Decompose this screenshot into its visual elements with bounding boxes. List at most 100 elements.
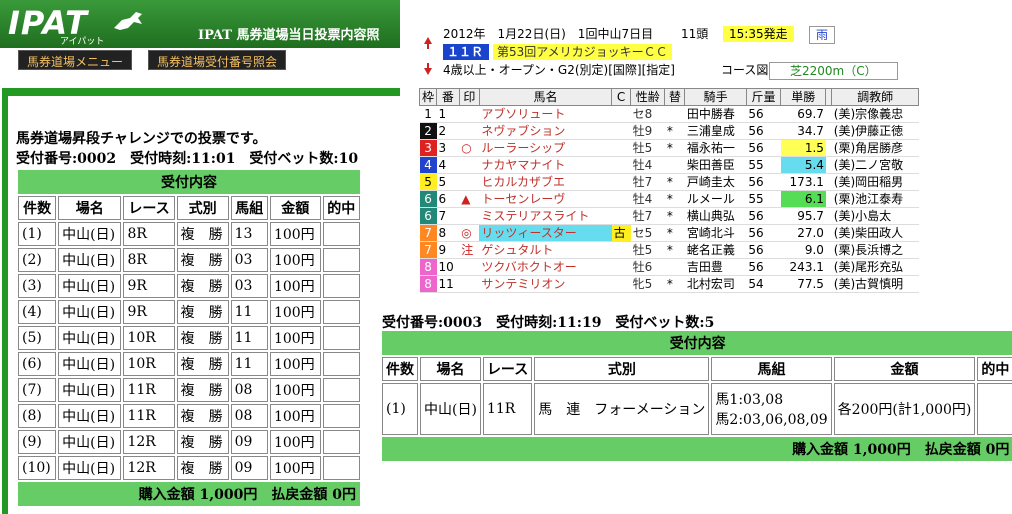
race-number: １１Ｒ [443,44,489,60]
horse-name[interactable]: トーセンレーヴ [479,190,612,208]
horse-row[interactable]: 8 10 ツクバホクトオー 牡6 吉田豊 56 243.1 (美)尾形充弘 [419,258,919,276]
horse-name[interactable]: ネヴァブション [479,122,612,140]
table-cell: (2) [18,248,57,272]
left-frame-bar [2,88,8,514]
jockey: 北村宏司 [684,275,747,293]
table-cell: 中山(日) [58,378,122,402]
horse-name[interactable]: サンテミリオン [479,275,612,293]
horse-row[interactable]: 7 9 注ゲシュタルト 牡5 * 蛯名正義 56 9.0 (栗)長浜博之 [419,241,919,259]
col-header: 式別 [176,196,229,220]
race-card-panel: 2012年 1月22日(日) 1回中山7日目 11頭 15:35発走 雨 １１Ｒ… [418,8,919,294]
col-header: 場名 [420,357,481,381]
table-cell: 09 [230,456,268,480]
sex-age: 牡4 [630,156,665,174]
horse-row[interactable]: 7 8 ◎ リッツィースター古セ5 * 宮崎北斗 56 27.0 (美)柴田政人 [419,224,919,242]
horse-row[interactable]: 1 1 アブソリュート セ8 田中勝春 56 69.7 (美)宗像義忠 [419,105,919,123]
table-cell: 100円 [269,430,321,454]
ipat-logo-sub: アイパット [60,37,105,47]
table-cell: 8R [123,222,175,246]
ko-mark [611,275,631,293]
next-race-icon[interactable] [423,62,433,76]
horse-row[interactable]: 5 5 ヒカルカザブエ 牡7 * 戸崎圭太 56 173.1 (美)岡田稲男 [419,173,919,191]
receipt-table-right: 受付内容 件数 場名 レース 式別 馬組 金額 的中 (1) 中山(日) 11R 馬 連 フ… [380,329,1012,463]
table-cell: 08 [230,404,268,428]
horse-number: 7 [436,207,460,225]
table-cell: 12R [123,456,175,480]
receipt-table-left: 受付内容 件数 場名 レース 式別 馬組 金額 的中 (1) 中山(日) 8R 複 勝 13 100円… [16,168,362,508]
weight: 56 [746,224,781,242]
entries-col-header: 斤量 [745,88,782,106]
win-odds: 243.1 [780,258,826,276]
course-info: 芝2200m（C） [769,62,898,80]
table-cell [322,222,360,246]
table-cell: (10) [18,456,57,480]
horse-name[interactable]: ツクバホクトオー [479,258,612,276]
mark [459,122,480,140]
table-cell: (1) [18,222,57,246]
table-cell: 10R [123,352,175,376]
table-cell: 100円 [269,352,321,376]
jockey: 三浦皇成 [684,122,747,140]
table-cell [322,300,360,324]
table-cell: 9R [123,300,175,324]
table-row: (1) 中山(日) 11R 馬 連 フォーメーション 馬1:03,08 馬2:03… [382,383,1012,435]
ko-mark [611,156,631,174]
horse-name[interactable]: ヒカルカザブエ [479,173,612,191]
table-cell: 100円 [269,274,321,298]
table-row: (5) 中山(日) 10R 複 勝 11 100円 [18,326,360,350]
table-cell [322,326,360,350]
sex-age: 牡7 [630,173,665,191]
sex-age: セ8 [630,105,665,123]
table-cell: (7) [18,378,57,402]
cell-place: 中山(日) [420,383,481,435]
col-header: 的中 [322,196,360,220]
weight: 56 [746,122,781,140]
prev-race-icon[interactable] [423,36,433,50]
jockey-change: * [664,241,685,259]
weight: 56 [746,241,781,259]
cell-combo: 馬1:03,08 馬2:03,06,08,09 [711,383,832,435]
col-header: 的中 [977,357,1012,381]
table-footer: 購入金額 1,000円 払戻金額 0円 [382,437,1012,461]
waku-cell: 1 [419,105,437,123]
ko-mark [611,105,631,123]
horse-row[interactable]: 8 11 サンテミリオン 牝5 * 北村宏司 54 77.5 (美)古賀慎明 [419,275,919,293]
mark [459,275,480,293]
ko-mark [611,173,631,191]
jockey-change: * [664,122,685,140]
mark: ◎ [459,224,480,242]
table-header: 件数 場名 レース 式別 馬組 金額 的中 [382,357,1012,381]
horse-name[interactable]: ルーラーシップ [479,139,612,157]
table-cell: 11 [230,352,268,376]
race-heads: 11頭 [681,27,709,41]
horse-name[interactable]: アブソリュート [479,105,612,123]
win-odds: 27.0 [780,224,826,242]
menu-dojo-button[interactable]: 馬券道場メニュー [18,50,133,70]
waku-cell: 6 [419,207,437,225]
horse-name[interactable]: ナカヤマナイト [479,156,612,174]
table-footer: 購入金額 1,000円 払戻金額 0円 [18,482,360,506]
race-name: 第53回アメリカジョッキーＣＣ [493,44,672,60]
table-cell: 中山(日) [58,430,122,454]
table-cell [322,378,360,402]
ko-mark [611,190,631,208]
table-row: (3) 中山(日) 9R 複 勝 03 100円 [18,274,360,298]
weight: 55 [746,190,781,208]
horse-name[interactable]: ミステリアスライト [479,207,612,225]
horse-row[interactable]: 4 4 ナカヤマナイト 牡4 柴田善臣 55 5.4 (美)二ノ宮敬 [419,156,919,174]
horse-row[interactable]: 2 2 ネヴァブション 牡9 * 三浦皇成 56 34.7 (美)伊藤正徳 [419,122,919,140]
win-odds: 6.1 [780,190,826,208]
course-map-link[interactable]: コース図 [721,62,768,78]
win-odds: 95.7 [780,207,826,225]
menu-receipt-lookup-button[interactable]: 馬券道場受付番号照会 [148,50,287,70]
horse-name[interactable]: ゲシュタルト [479,241,612,259]
weight: 56 [746,139,781,157]
win-odds: 9.0 [780,241,826,259]
jockey: 福永祐一 [684,139,747,157]
horse-name[interactable]: リッツィースター [479,224,612,242]
horse-row[interactable]: 3 3 ○ ルーラーシップ 牡5 * 福永祐一 56 1.5 (栗)角居勝彦 [419,139,919,157]
entries-col-header: 調教師 [831,88,919,106]
horse-row[interactable]: 6 7 ミステリアスライト 牡7 * 横山典弘 56 95.7 (美)小島太 [419,207,919,225]
table-cell: 10R [123,326,175,350]
horse-row[interactable]: 6 6 ▲ トーセンレーヴ 牡4 * ルメール 55 6.1 (栗)池江泰寿 [419,190,919,208]
